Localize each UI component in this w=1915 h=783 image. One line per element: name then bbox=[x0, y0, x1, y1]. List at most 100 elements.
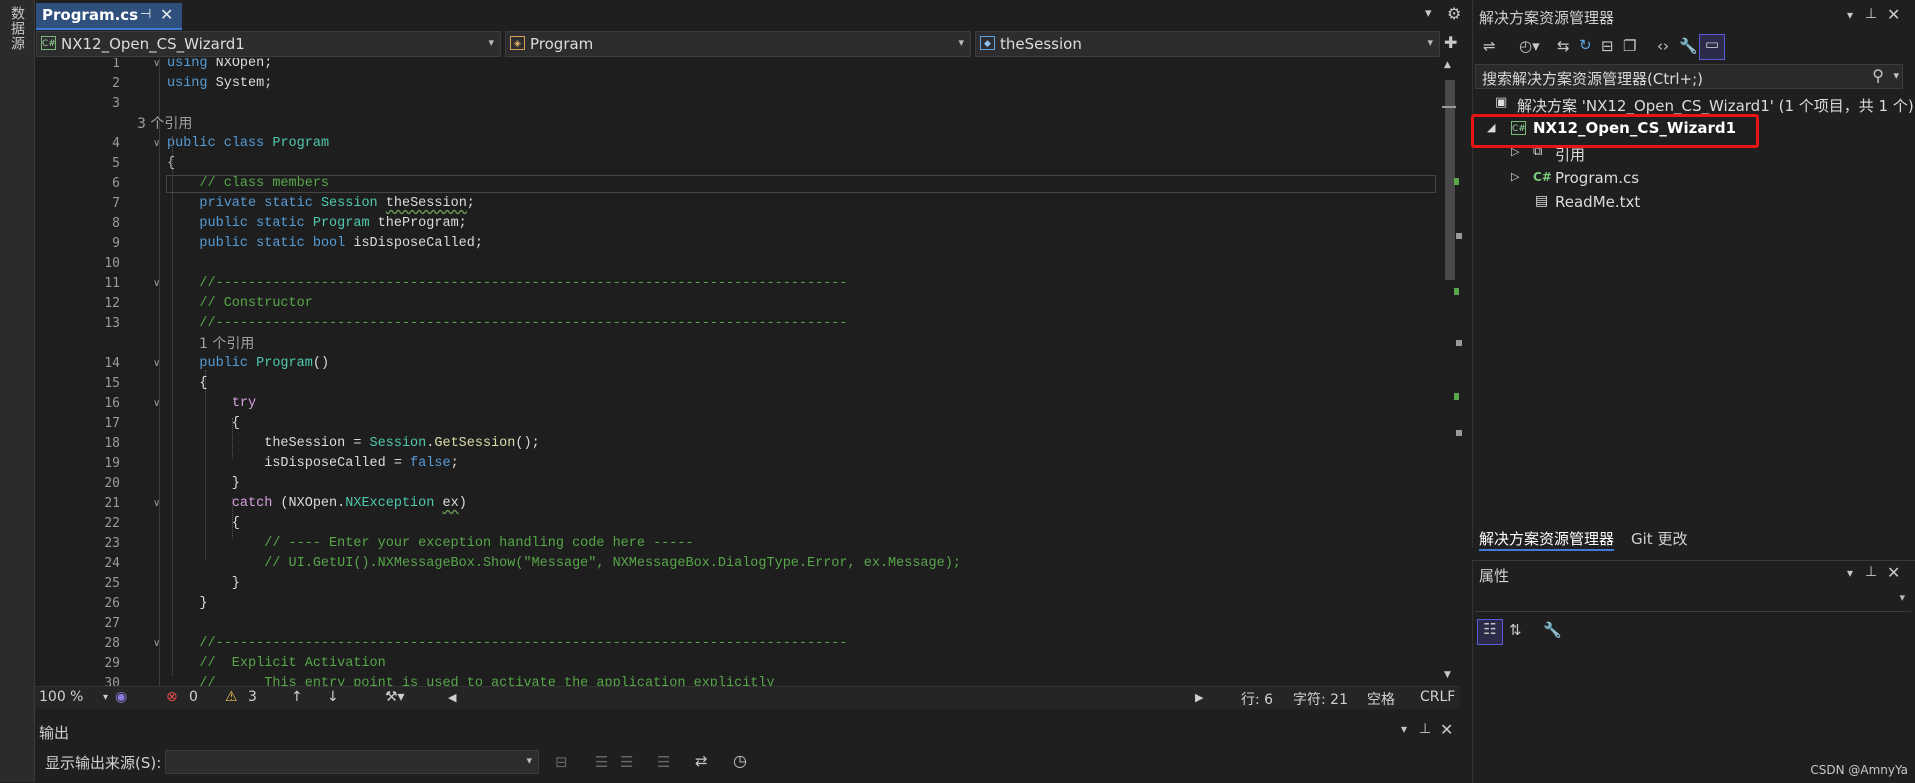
code-line[interactable]: 9 public static bool isDisposeCalled; bbox=[35, 234, 1437, 254]
chevron-down-icon[interactable]: ▾ bbox=[103, 692, 108, 703]
code-line[interactable]: 27 bbox=[35, 614, 1437, 634]
scroll-down-icon[interactable]: ▼ bbox=[1444, 670, 1451, 680]
clock-icon[interactable]: ◷ bbox=[733, 751, 747, 770]
fold-toggle-icon[interactable]: ∨ bbox=[153, 494, 160, 514]
fold-toggle-icon[interactable]: ∨ bbox=[153, 634, 160, 654]
project-dropdown[interactable]: C# NX12_Open_CS_Wizard1 ▾ bbox=[36, 31, 501, 57]
scroll-right-icon[interactable]: ▶ bbox=[1195, 691, 1203, 704]
code-cleanup-icon[interactable]: ⚒▾ bbox=[385, 689, 405, 705]
collapse-all-icon[interactable]: ⊟ bbox=[1601, 37, 1614, 55]
pin-icon[interactable]: ⊥ bbox=[1865, 6, 1877, 22]
code-line[interactable]: 3 bbox=[35, 94, 1437, 114]
code-line[interactable]: 21 ∨ catch (NXOpen.NXException ex) bbox=[35, 494, 1437, 514]
word-wrap-icon[interactable]: ⇄ bbox=[695, 752, 708, 770]
line-ending-indicator[interactable]: CRLF bbox=[1420, 689, 1455, 705]
chevron-down-icon[interactable]: ▾ bbox=[1847, 566, 1853, 580]
switch-views-icon[interactable]: ⇌ bbox=[1483, 37, 1496, 55]
codelens-references[interactable]: 3 个引用 bbox=[137, 114, 192, 134]
pin-icon[interactable]: ⊥ bbox=[1419, 721, 1431, 737]
next-message-icon[interactable]: ☰ bbox=[620, 753, 633, 771]
scroll-up-icon[interactable]: ▲ bbox=[1444, 60, 1451, 70]
code-line[interactable]: 5{ bbox=[35, 154, 1437, 174]
close-icon[interactable]: ✕ bbox=[160, 5, 173, 24]
tree-readme-txt[interactable]: ReadMe.txt bbox=[1555, 193, 1640, 211]
code-line[interactable]: 3 个引用 bbox=[35, 114, 1437, 134]
arrow-down-icon[interactable]: ↓ bbox=[327, 689, 339, 705]
fold-toggle-icon[interactable]: ∨ bbox=[153, 354, 160, 374]
tab-git-changes[interactable]: Git 更改 bbox=[1631, 528, 1687, 549]
collapsed-arrow-icon[interactable]: ▷ bbox=[1511, 170, 1519, 183]
warning-count[interactable]: 3 bbox=[248, 689, 257, 705]
properties-object-select[interactable]: ▾ bbox=[1475, 589, 1911, 612]
categorized-icon[interactable]: ☷ bbox=[1477, 619, 1503, 645]
code-editor[interactable]: 1 ∨ using NXOpen; 2 using System; 3 3 个引用 4 ∨ pub… bbox=[35, 58, 1437, 686]
code-line[interactable]: 25 } bbox=[35, 574, 1437, 594]
member-dropdown[interactable]: ◆ theSession ▾ bbox=[975, 31, 1440, 57]
error-count[interactable]: 0 bbox=[189, 689, 198, 705]
output-source-select[interactable]: ▾ bbox=[165, 750, 539, 774]
code-line[interactable]: 7 private static Session theSession; bbox=[35, 194, 1437, 214]
code-line[interactable]: 1 个引用 bbox=[35, 334, 1437, 354]
pin-icon[interactable]: ⊥ bbox=[1865, 564, 1877, 580]
chevron-down-icon[interactable]: ▾ bbox=[1401, 722, 1407, 736]
close-icon[interactable]: ✕ bbox=[1887, 5, 1900, 24]
close-icon[interactable]: ✕ bbox=[1887, 563, 1900, 582]
editor-vertical-scrollbar[interactable]: ▲ ▼ bbox=[1440, 58, 1462, 686]
code-line[interactable]: 19 isDisposeCalled = false; bbox=[35, 454, 1437, 474]
scroll-left-icon[interactable]: ◀ bbox=[448, 691, 456, 704]
fold-toggle-icon[interactable]: ∨ bbox=[153, 58, 160, 74]
code-line[interactable]: 29 // Explicit Activation bbox=[35, 654, 1437, 674]
tree-solution[interactable]: 解决方案 'NX12_Open_CS_Wizard1' (1 个项目，共 1 个… bbox=[1517, 95, 1914, 116]
code-line[interactable]: 22 { bbox=[35, 514, 1437, 534]
fold-toggle-icon[interactable]: ∨ bbox=[153, 274, 160, 294]
alphabetical-icon[interactable]: ⇅ bbox=[1509, 621, 1522, 639]
code-line[interactable]: 30 // This entry point is used to activa… bbox=[35, 674, 1437, 686]
close-icon[interactable]: ✕ bbox=[1440, 720, 1453, 739]
clear-all-icon[interactable]: ☰ bbox=[657, 753, 670, 771]
warning-icon[interactable]: ⚠ bbox=[225, 689, 238, 705]
code-line[interactable]: 2 using System; bbox=[35, 74, 1437, 94]
code-line[interactable]: 28 ∨ //----------------------------------… bbox=[35, 634, 1437, 654]
code-line[interactable]: 8 public static Program theProgram; bbox=[35, 214, 1437, 234]
search-icon[interactable]: ⚲ bbox=[1872, 66, 1884, 85]
code-line[interactable]: 16 ∨ try bbox=[35, 394, 1437, 414]
datasource-tab[interactable]: 数据源 bbox=[7, 6, 27, 51]
code-line[interactable]: 11 ∨ //----------------------------------… bbox=[35, 274, 1437, 294]
code-line[interactable]: 15 { bbox=[35, 374, 1437, 394]
codelens-references[interactable]: 1 个引用 bbox=[199, 334, 254, 354]
code-line[interactable]: 10 bbox=[35, 254, 1437, 274]
refresh-icon[interactable]: ↻ bbox=[1579, 36, 1592, 54]
view-code-icon[interactable]: ‹› bbox=[1657, 37, 1669, 55]
error-icon[interactable]: ⊗ bbox=[166, 689, 178, 705]
preview-selected-icon[interactable]: ▭ bbox=[1699, 34, 1725, 60]
find-message-icon[interactable]: ⊟ bbox=[555, 753, 568, 771]
code-line[interactable]: 17 { bbox=[35, 414, 1437, 434]
property-pages-icon[interactable]: 🔧 bbox=[1543, 621, 1562, 639]
split-editor-icon[interactable]: ✚ bbox=[1444, 33, 1457, 52]
fold-toggle-icon[interactable]: ∨ bbox=[153, 134, 160, 154]
code-line[interactable]: 6 // class members bbox=[35, 174, 1437, 194]
zoom-level[interactable]: 100 % bbox=[39, 689, 83, 705]
solution-search-input[interactable]: 搜索解决方案资源管理器(Ctrl+;) ⚲ ▾ bbox=[1475, 64, 1903, 89]
properties-wrench-icon[interactable]: 🔧 bbox=[1679, 37, 1698, 55]
tab-solution-explorer[interactable]: 解决方案资源管理器 bbox=[1479, 528, 1615, 551]
sync-icon[interactable]: ⇆ bbox=[1557, 37, 1570, 55]
gear-icon[interactable]: ⚙ bbox=[1447, 4, 1461, 23]
code-line[interactable]: 23 // ---- Enter your exception handling… bbox=[35, 534, 1437, 554]
chevron-down-icon[interactable]: ▾ bbox=[1893, 69, 1899, 82]
code-line[interactable]: 20 } bbox=[35, 474, 1437, 494]
code-line[interactable]: 13 //-----------------------------------… bbox=[35, 314, 1437, 334]
code-line[interactable]: 14 ∨ public Program() bbox=[35, 354, 1437, 374]
tree-program-cs[interactable]: Program.cs bbox=[1555, 169, 1639, 187]
whitespace-indicator[interactable]: 空格 bbox=[1367, 689, 1395, 709]
arrow-up-icon[interactable]: ↑ bbox=[291, 689, 303, 705]
code-line[interactable]: 26 } bbox=[35, 594, 1437, 614]
line-indicator[interactable]: 行: 6 bbox=[1241, 689, 1273, 709]
tab-program-cs[interactable]: Program.cs ⊣ ✕ bbox=[36, 3, 182, 30]
class-dropdown[interactable]: ◈ Program ▾ bbox=[505, 31, 971, 57]
tab-list-dropdown-icon[interactable]: ▾ bbox=[1425, 6, 1432, 21]
show-all-files-icon[interactable]: ❐ bbox=[1623, 37, 1636, 55]
code-line[interactable]: 4 ∨ public class Program bbox=[35, 134, 1437, 154]
pin-icon[interactable]: ⊣ bbox=[140, 7, 151, 22]
copilot-icon[interactable]: ◉ bbox=[115, 689, 127, 705]
